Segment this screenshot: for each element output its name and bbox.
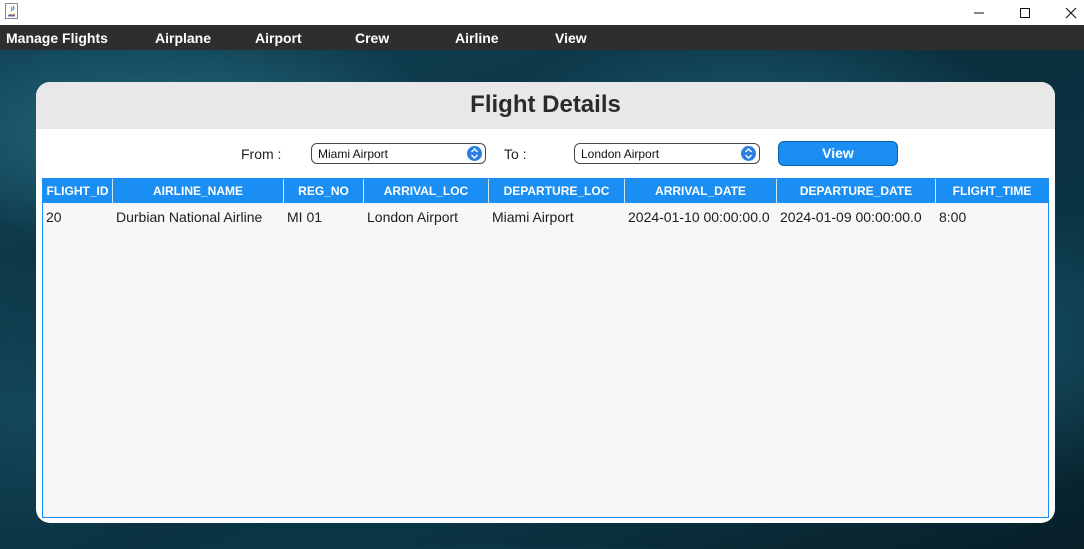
cell-airline-name: Durbian National Airline — [116, 209, 263, 225]
cell-flight-time: 8:00 — [939, 209, 967, 225]
cell-departure-date: 2024-01-09 00:00:00.0 — [780, 209, 922, 225]
column-header-flight-time[interactable]: FLIGHT_TIME — [936, 179, 1048, 203]
from-select[interactable]: Miami Airport — [311, 143, 486, 164]
maximize-icon[interactable] — [1002, 0, 1048, 25]
menu-airline[interactable]: Airline — [455, 25, 499, 50]
panel-header: Flight Details — [36, 82, 1055, 129]
table-row[interactable]: 20 Durbian National Airline MI 01 London… — [43, 203, 1048, 231]
column-header-flight-id[interactable]: FLIGHT_ID — [43, 179, 113, 203]
cell-reg-no: MI 01 — [287, 209, 323, 225]
column-header-arrival-date[interactable]: ARRIVAL_DATE — [625, 179, 777, 203]
cell-arrival-loc: London Airport — [367, 209, 459, 225]
java-app-icon — [4, 2, 20, 20]
cell-arrival-date: 2024-01-10 00:00:00.0 — [628, 209, 770, 225]
flight-details-panel: Flight Details From : Miami Airport To :… — [36, 82, 1055, 523]
column-header-arrival-loc[interactable]: ARRIVAL_LOC — [364, 179, 489, 203]
to-select[interactable]: London Airport — [574, 143, 760, 164]
view-button[interactable]: View — [778, 141, 898, 166]
chevron-updown-icon — [741, 146, 756, 161]
cell-flight-id: 20 — [46, 209, 62, 225]
column-header-departure-loc[interactable]: DEPARTURE_LOC — [489, 179, 625, 203]
to-label: To : — [504, 146, 527, 162]
minimize-icon[interactable] — [956, 0, 1002, 25]
table-header: FLIGHT_ID AIRLINE_NAME REG_NO ARRIVAL_LO… — [43, 179, 1048, 203]
chevron-updown-icon — [467, 146, 482, 161]
flights-table[interactable]: FLIGHT_ID AIRLINE_NAME REG_NO ARRIVAL_LO… — [42, 178, 1049, 518]
menu-bar: Manage Flights Airplane Airport Crew Air… — [0, 25, 1084, 50]
window-titlebar — [0, 0, 1084, 25]
menu-view[interactable]: View — [555, 25, 587, 50]
from-select-value: Miami Airport — [318, 147, 389, 161]
from-label: From : — [241, 146, 282, 162]
cell-departure-loc: Miami Airport — [492, 209, 574, 225]
menu-crew[interactable]: Crew — [355, 25, 389, 50]
menu-manage-flights[interactable]: Manage Flights — [6, 25, 108, 50]
menu-airport[interactable]: Airport — [255, 25, 302, 50]
column-header-airline-name[interactable]: AIRLINE_NAME — [113, 179, 284, 203]
column-header-departure-date[interactable]: DEPARTURE_DATE — [777, 179, 936, 203]
menu-airplane[interactable]: Airplane — [155, 25, 211, 50]
to-select-value: London Airport — [581, 147, 660, 161]
close-icon[interactable] — [1048, 0, 1084, 25]
page-title: Flight Details — [470, 91, 621, 118]
column-header-reg-no[interactable]: REG_NO — [284, 179, 364, 203]
